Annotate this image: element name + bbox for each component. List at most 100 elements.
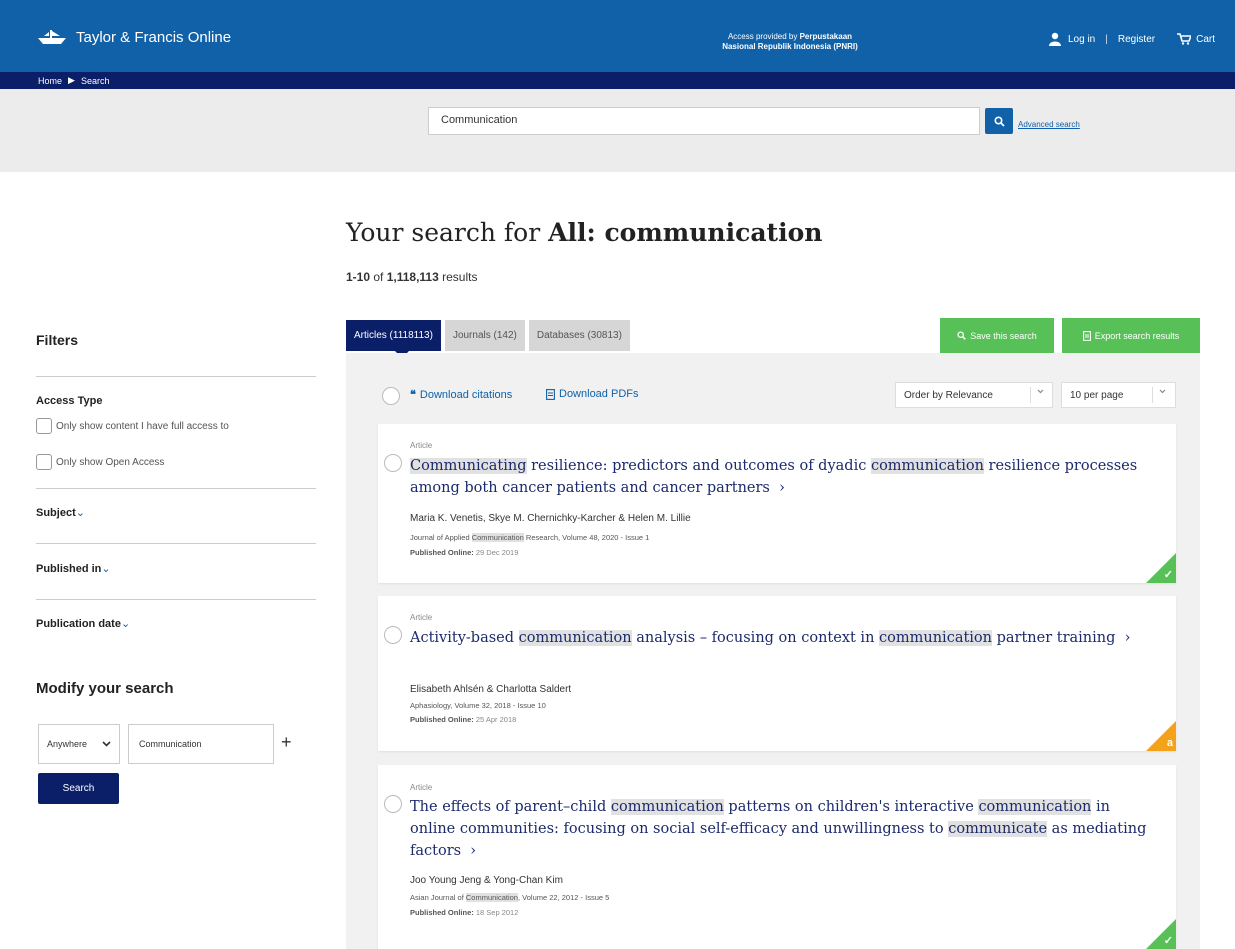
- advanced-search-link[interactable]: Advanced search: [1018, 120, 1080, 129]
- breadcrumb-bar: Home ▶ Search: [0, 72, 1235, 89]
- lock-icon: a: [1166, 737, 1173, 749]
- published-in-facet[interactable]: Published in⌄: [36, 562, 111, 575]
- search-icon: [993, 115, 1005, 127]
- export-icon: [1082, 330, 1091, 341]
- add-term-button[interactable]: +: [281, 732, 292, 753]
- title-text: Activity-based: [410, 630, 519, 646]
- highlighted-term: Communication: [465, 893, 518, 902]
- account-links: Log in | Register Cart: [1048, 32, 1215, 46]
- per-page-value: 10 per page: [1070, 389, 1124, 401]
- result-journal[interactable]: Journal of Applied Communication Researc…: [410, 533, 649, 542]
- tab-articles[interactable]: Articles (1118113): [346, 320, 441, 351]
- result-authors[interactable]: Joo Young Jeng & Yong-Chan Kim: [410, 875, 563, 886]
- breadcrumb: Home ▶ Search: [38, 75, 109, 86]
- result-range: 1-10: [346, 270, 371, 284]
- title-query: All: communication: [548, 218, 823, 247]
- modify-search-button[interactable]: Search: [38, 773, 119, 804]
- publication-date-label: Publication date: [36, 618, 121, 630]
- login-link[interactable]: Log in: [1068, 34, 1095, 45]
- select-all-checkbox[interactable]: [382, 387, 400, 405]
- access-prefix: Access provided by: [727, 32, 800, 41]
- subject-facet[interactable]: Subject⌄: [36, 506, 85, 519]
- select-divider: [1152, 387, 1153, 403]
- access-org: Perpustakaan: [799, 32, 853, 41]
- checkmark-icon: ✓: [1163, 935, 1173, 947]
- cart-link[interactable]: Cart: [1196, 34, 1215, 45]
- published-date: Published Online: 29 Dec 2019: [410, 548, 518, 557]
- published-date: Published Online: 18 Sep 2012: [410, 908, 518, 917]
- open-access-checkbox[interactable]: Only show Open Access: [36, 454, 164, 470]
- result-title[interactable]: Activity-based communication analysis – …: [410, 627, 1150, 649]
- journal-text: Journal of Applied: [410, 533, 472, 542]
- logo-text: Taylor & Francis Online: [76, 28, 232, 46]
- result-total: 1,118,113: [386, 270, 439, 284]
- save-search-button[interactable]: Save this search: [940, 318, 1054, 353]
- download-citations-label: Download citations: [419, 388, 513, 401]
- publication-date-facet[interactable]: Publication date⌄: [36, 617, 130, 630]
- result-select-checkbox[interactable]: [384, 626, 402, 644]
- result-select-checkbox[interactable]: [384, 454, 402, 472]
- result-authors[interactable]: Elisabeth Ahlsén & Charlotta Saldert: [410, 684, 571, 695]
- divider: [36, 599, 316, 600]
- download-citations-button[interactable]: ❝ Download citations: [410, 388, 513, 402]
- subject-label: Subject: [36, 507, 76, 519]
- journal-text: , Volume 22, 2012 - Issue 5: [517, 893, 610, 902]
- quote-icon: ❝: [410, 389, 416, 401]
- search-button[interactable]: [985, 108, 1013, 134]
- result-card: Article Activity-based communication ana…: [378, 596, 1176, 751]
- field-select-value: Anywhere: [47, 739, 88, 749]
- save-search-label: Save this search: [970, 330, 1037, 341]
- export-results-button[interactable]: Export search results: [1062, 318, 1200, 353]
- user-icon: [1048, 32, 1061, 46]
- published-value: 25 Apr 2018: [473, 715, 517, 724]
- field-select[interactable]: Anywhere: [38, 724, 120, 764]
- published-label: Published Online:: [410, 908, 474, 917]
- search-band: Communication Advanced search: [0, 89, 1235, 172]
- published-date: Published Online: 25 Apr 2018: [410, 715, 516, 724]
- published-value: 18 Sep 2012: [473, 908, 519, 917]
- published-label: Published Online:: [410, 548, 474, 557]
- divider: [36, 488, 316, 489]
- journal-text: Research, Volume 48, 2020 - Issue 1: [523, 533, 650, 542]
- pdf-icon: [546, 388, 555, 400]
- cart-icon[interactable]: [1177, 33, 1192, 45]
- result-title[interactable]: Communicating resilience: predictors and…: [410, 455, 1150, 499]
- download-pdfs-button[interactable]: Download PDFs: [546, 388, 638, 400]
- title-text: resilience: predictors and outcomes of d…: [526, 458, 871, 474]
- title-text: analysis – focusing on context in: [631, 630, 880, 646]
- result-authors[interactable]: Maria K. Venetis, Skye M. Chernichky-Kar…: [410, 513, 691, 524]
- breadcrumb-current: Search: [80, 75, 110, 86]
- highlighted-term: communication: [879, 630, 992, 646]
- result-title[interactable]: The effects of parent–child communicatio…: [410, 796, 1150, 862]
- divider: [36, 543, 316, 544]
- result-journal[interactable]: Aphasiology, Volume 32, 2018 - Issue 10: [410, 701, 546, 710]
- sort-select[interactable]: Order by Relevance: [895, 382, 1053, 408]
- per-page-select[interactable]: 10 per page: [1061, 382, 1176, 408]
- tab-journals[interactable]: Journals (142): [444, 320, 525, 351]
- page-title: Your search for All: communication: [346, 218, 822, 247]
- checkbox-box[interactable]: [36, 454, 52, 470]
- tab-databases[interactable]: Databases (30813): [528, 320, 630, 351]
- chevron-down-icon: [1159, 389, 1166, 394]
- divider: [36, 376, 316, 377]
- result-journal[interactable]: Asian Journal of Communication, Volume 2…: [410, 893, 609, 902]
- result-select-checkbox[interactable]: [384, 795, 402, 813]
- register-link[interactable]: Register: [1118, 34, 1155, 45]
- highlighted-term: Communicating: [410, 458, 527, 474]
- ship-logo-icon: [38, 30, 66, 44]
- sort-value: Order by Relevance: [904, 389, 993, 401]
- chevron-down-icon: ⌄: [101, 563, 111, 575]
- highlighted-term: communication: [518, 630, 632, 646]
- full-access-checkbox[interactable]: Only show content I have full access to: [36, 418, 229, 434]
- highlighted-term: communication: [978, 799, 1092, 815]
- highlighted-term: communication: [610, 799, 724, 815]
- journal-text: Asian Journal of: [410, 893, 466, 902]
- highlighted-term: Communication: [471, 533, 524, 542]
- site-logo[interactable]: Taylor & Francis Online: [36, 28, 231, 46]
- breadcrumb-home[interactable]: Home: [38, 76, 62, 86]
- search-term-input[interactable]: Communication: [128, 724, 274, 764]
- chevron-down-icon: ⌄: [120, 618, 131, 630]
- search-input[interactable]: Communication: [428, 107, 980, 135]
- checkbox-box[interactable]: [36, 418, 52, 434]
- search-icon: [957, 331, 967, 340]
